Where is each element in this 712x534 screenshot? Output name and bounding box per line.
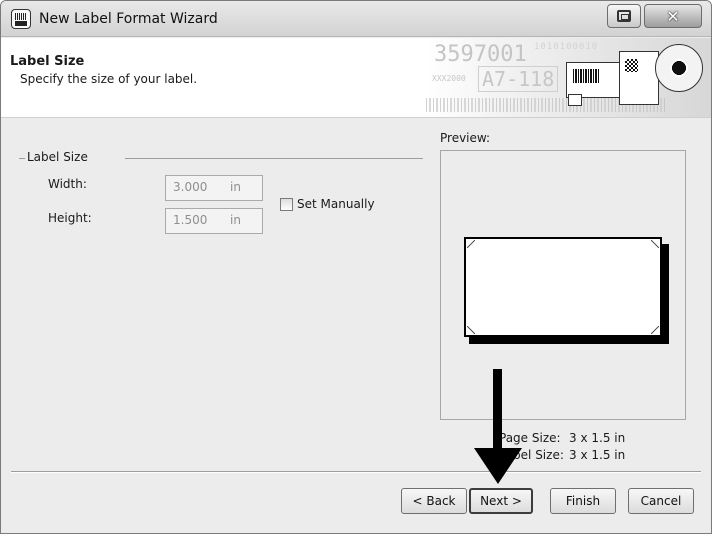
- page-size-value: 3 x 1.5 in: [569, 431, 626, 445]
- banner-watermark-small: XXX2000: [432, 74, 466, 83]
- group-border-left: [19, 158, 25, 159]
- set-manually-checkbox[interactable]: [280, 198, 293, 211]
- width-label: Width:: [48, 177, 87, 191]
- back-button[interactable]: < Back: [401, 488, 467, 514]
- restore-button[interactable]: [607, 4, 641, 28]
- banner-watermark-code: A7-118: [478, 66, 559, 92]
- wizard-header: Label Size Specify the size of your labe…: [1, 38, 711, 118]
- group-border-right: [125, 158, 423, 159]
- height-unit: in: [230, 213, 241, 227]
- barcode-label-icon: [566, 62, 620, 98]
- disc-label-icon: [655, 44, 703, 92]
- close-button[interactable]: ✕: [644, 4, 702, 28]
- label-preview: [464, 237, 662, 337]
- small-label-icon: [568, 94, 582, 106]
- width-unit: in: [230, 180, 241, 194]
- preview-label: Preview:: [440, 131, 491, 145]
- height-value: 1.500: [173, 213, 208, 227]
- window-title: New Label Format Wizard: [39, 11, 218, 27]
- corner-mark: [467, 240, 475, 248]
- corner-mark: [467, 326, 475, 334]
- width-field[interactable]: 3.000 in: [165, 175, 263, 201]
- restore-icon: [617, 10, 631, 22]
- label-size-value: 3 x 1.5 in: [569, 448, 626, 462]
- page-subtitle: Specify the size of your label.: [20, 72, 198, 86]
- next-button[interactable]: Next >: [469, 488, 533, 514]
- qr-label-icon: [619, 51, 659, 105]
- label-size-group-legend: Label Size: [27, 150, 88, 164]
- footer-divider: [11, 471, 701, 473]
- title-bar[interactable]: New Label Format Wizard ✕: [1, 1, 711, 37]
- page-title: Label Size: [10, 54, 85, 69]
- banner-watermark-number: 3597001: [434, 42, 527, 67]
- page-size-label: Page Size:: [499, 431, 561, 445]
- annotation-arrow-icon: [474, 448, 522, 484]
- set-manually-label[interactable]: Set Manually: [297, 197, 375, 211]
- close-icon: ✕: [666, 6, 680, 26]
- header-banner-image: 3597001 XXX2000 A7-118 1010100010: [426, 38, 711, 117]
- width-value: 3.000: [173, 180, 208, 194]
- height-field[interactable]: 1.500 in: [165, 208, 263, 234]
- cancel-button[interactable]: Cancel: [628, 488, 694, 514]
- corner-mark: [651, 326, 659, 334]
- height-label: Height:: [48, 211, 92, 225]
- annotation-arrow-shaft: [493, 369, 502, 451]
- app-icon: [11, 9, 31, 29]
- banner-watermark-binary: 1010100010: [534, 42, 599, 52]
- wizard-window: New Label Format Wizard ✕ Label Size Spe…: [0, 0, 712, 534]
- corner-mark: [651, 240, 659, 248]
- finish-button[interactable]: Finish: [550, 488, 616, 514]
